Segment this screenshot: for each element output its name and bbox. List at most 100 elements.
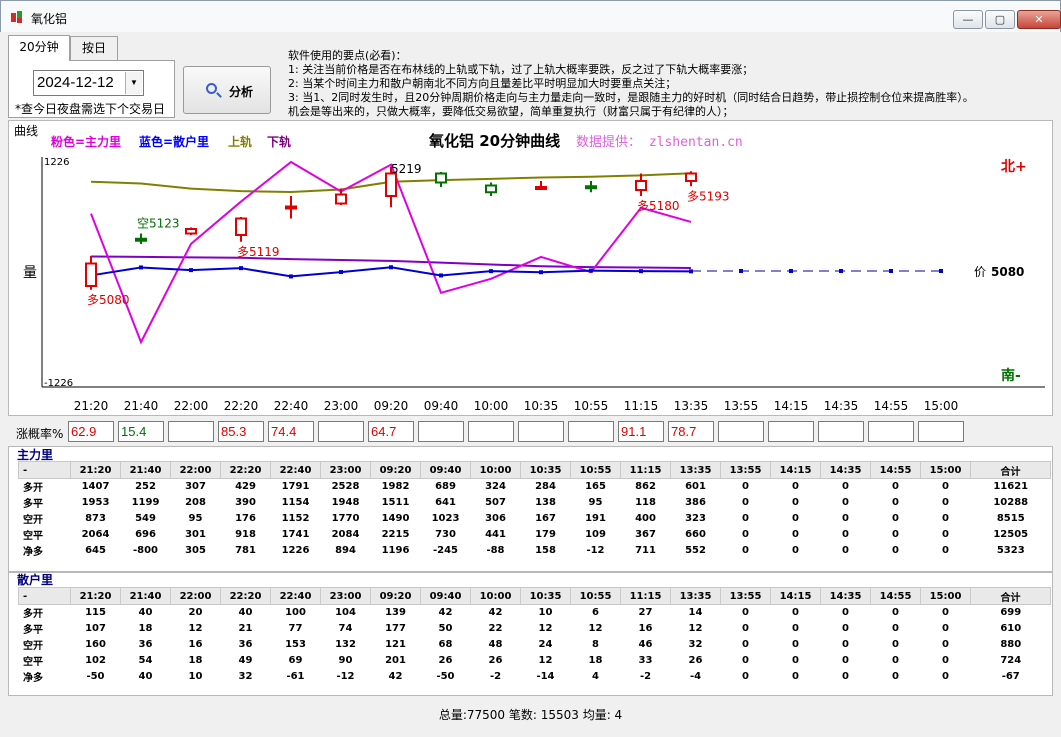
table-cell: 132 [320,636,371,653]
table-cell: 1953 [70,494,121,511]
table-cell: 68 [420,636,471,653]
rise-probability-box [918,421,964,442]
col-header[interactable]: - [18,461,71,479]
col-header[interactable]: 21:20 [70,587,121,605]
table-row: 多开 1407 252 307 429 1791 2528 1982 689 324 284 165 8… [18,478,1051,495]
col-header[interactable]: 13:55 [720,587,771,605]
table-cell: 26 [670,652,721,669]
col-header[interactable]: 23:00 [320,461,371,479]
col-header[interactable]: 14:15 [770,587,821,605]
col-header[interactable]: 10:00 [470,461,521,479]
col-header[interactable]: 22:20 [220,461,271,479]
tab-20min[interactable]: 20分钟 [8,35,70,61]
table-cell: 641 [420,494,471,511]
col-header[interactable]: 10:55 [570,587,621,605]
summary-footer: 总量:77500 笔数: 15503 均量: 4 [438,708,623,722]
table-cell: 305 [170,542,221,559]
table-cell: -14 [520,668,571,685]
close-button[interactable]: ✕ [1017,10,1061,29]
retail-point [189,268,193,273]
candle-body [635,180,647,191]
x-tick-label: 22:00 [174,399,209,413]
date-picker[interactable]: 2024-12-12 ▼ [33,70,144,96]
rise-probability-label: 涨概率% [16,427,64,441]
table-cell: -12 [570,542,621,559]
col-header[interactable]: 21:40 [120,461,171,479]
candle-body [685,172,697,182]
tab-daily[interactable]: 按日 [70,36,118,60]
col-header[interactable]: 11:15 [620,461,671,479]
x-tick-label: 11:15 [624,399,659,413]
col-header[interactable]: 09:20 [370,587,421,605]
table-cell: 601 [670,478,721,495]
table-cell: 净多 [18,542,71,559]
col-header[interactable]: 15:00 [920,461,971,479]
rise-probability-box [718,421,764,442]
col-header[interactable]: 10:00 [470,587,521,605]
retail-point [389,265,393,270]
minimize-button[interactable]: — [953,10,983,29]
table-cell: 33 [620,652,671,669]
table-cell: 11621 [970,478,1051,495]
table-cell: 0 [920,652,971,669]
col-header[interactable]: - [18,587,71,605]
maximize-button[interactable]: ▢ [985,10,1015,29]
col-header[interactable]: 10:35 [520,461,571,479]
table-cell: 1023 [420,510,471,527]
col-header[interactable]: 22:40 [270,587,321,605]
table-cell: 610 [970,620,1051,637]
table-cell: 121 [370,636,421,653]
table-cell: -4 [670,668,721,685]
col-header[interactable]: 13:35 [670,587,721,605]
col-header[interactable]: 22:00 [170,461,221,479]
y-axis-label: 量 [23,265,37,281]
col-header[interactable]: 21:20 [70,461,121,479]
analyze-button[interactable]: 分析 [183,66,271,114]
table-cell: 8 [570,636,621,653]
table-cell: 0 [870,620,921,637]
table-cell: 1948 [320,494,371,511]
col-header[interactable]: 23:00 [320,587,371,605]
col-header[interactable]: 09:40 [420,587,471,605]
table-cell: 20 [170,604,221,621]
col-header[interactable]: 22:00 [170,587,221,605]
col-header[interactable]: 14:15 [770,461,821,479]
table-cell: 1770 [320,510,371,527]
x-tick-label: 14:35 [824,399,859,413]
col-header[interactable]: 10:55 [570,461,621,479]
col-header[interactable]: 13:35 [670,461,721,479]
candle-body [485,184,497,194]
col-header[interactable]: 22:40 [270,461,321,479]
chevron-down-icon[interactable]: ▼ [125,72,142,94]
col-header[interactable]: 21:40 [120,587,171,605]
col-header[interactable]: 15:00 [920,587,971,605]
retail-table: -21:20 21:40 22:00 22:20 22:40 23:00 09:20 09:4… [18,587,1051,685]
col-header[interactable]: 11:15 [620,587,671,605]
col-header[interactable]: 09:20 [370,461,421,479]
col-header[interactable]: 09:40 [420,461,471,479]
table-cell: 0 [770,526,821,543]
candle-body [185,228,197,235]
table-cell: -245 [420,542,471,559]
table-cell: 0 [920,604,971,621]
col-header[interactable]: 10:35 [520,587,571,605]
col-header[interactable]: 14:35 [820,461,871,479]
col-header[interactable]: 合计 [970,587,1051,605]
table-cell: 0 [870,604,921,621]
col-header[interactable]: 14:35 [820,587,871,605]
projection-point [789,269,793,273]
table-cell: 0 [720,652,771,669]
table-cell: 12 [570,620,621,637]
col-header[interactable]: 14:55 [870,587,921,605]
signal-label: 空5123 [137,217,180,231]
col-header[interactable]: 14:55 [870,461,921,479]
table-cell: -50 [420,668,471,685]
table-cell: 0 [870,494,921,511]
col-header[interactable]: 合计 [970,461,1051,479]
col-header[interactable]: 13:55 [720,461,771,479]
col-header[interactable]: 22:20 [220,587,271,605]
candle-body [235,217,247,236]
table-cell: 201 [370,652,421,669]
app-icon [11,11,25,23]
north-label: 北+ [1001,159,1027,175]
